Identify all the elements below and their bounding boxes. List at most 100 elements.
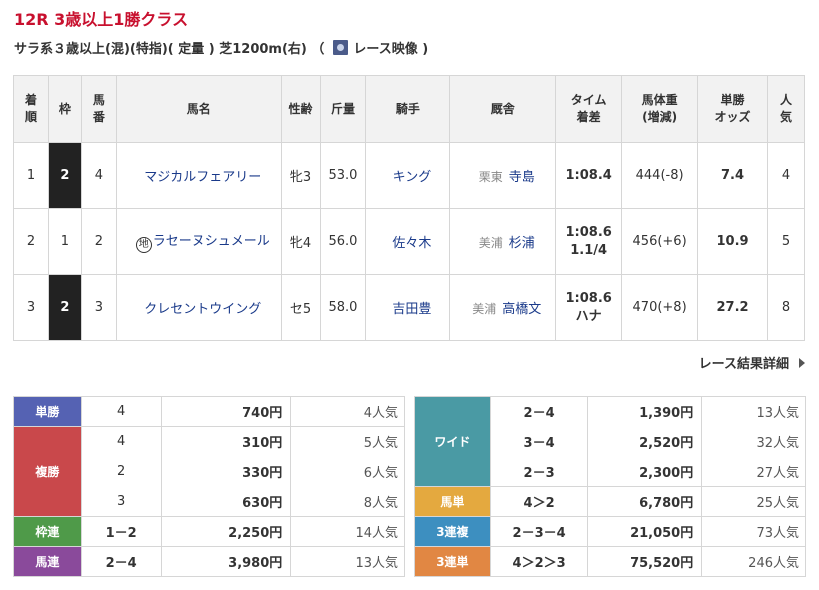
payout-amount: 630円 <box>160 486 292 517</box>
jockey-link[interactable]: 吉田豊 <box>365 274 451 341</box>
header-odds: 単勝 オッズ <box>697 75 768 143</box>
payout-amount: 2,250円 <box>160 516 292 547</box>
payout-nums: 2－3 <box>489 456 589 487</box>
sexage-cell: セ5 <box>280 274 321 341</box>
payout-nums: 2－3－4 <box>489 516 589 547</box>
trainer-link[interactable]: 杉浦 <box>509 236 535 251</box>
payout-popularity: 6人気 <box>290 456 405 487</box>
payout-row-tansho: 単勝 4 740円 4人気 <box>13 396 405 427</box>
payout-popularity: 32人気 <box>701 426 806 457</box>
bodyweight-cell: 444(-8) <box>621 142 699 209</box>
table-row: 3 2 3 クレセントウイング セ5 58.0 吉田豊 美浦 高橋文 1:08.6… <box>13 274 806 341</box>
waku-cell: 1 <box>47 208 82 275</box>
payout-popularity: 246人気 <box>701 546 806 577</box>
payout-popularity: 8人気 <box>290 486 405 517</box>
header-pop: 人気 <box>766 75 806 143</box>
header-time: タイム 着差 <box>555 75 623 143</box>
jockey-link[interactable]: キング <box>365 142 451 209</box>
triangle-right-icon <box>799 357 805 368</box>
header-umaban: 馬番 <box>80 75 117 143</box>
payout-nums: 3 <box>80 486 162 517</box>
bodyweight-cell: 470(+8) <box>621 274 699 341</box>
trainer-cell: 美浦 高橋文 <box>449 274 557 341</box>
umaban-cell: 3 <box>80 274 117 341</box>
header-horse: 馬名 <box>115 75 282 143</box>
header-trainer: 厩舎 <box>449 75 557 143</box>
payout-row-sanrenpuku: 3連複 2－3－4 21,050円 73人気 <box>414 516 806 547</box>
umaban-cell: 4 <box>80 142 117 209</box>
pop-cell: 4 <box>766 142 806 209</box>
header-waku: 枠 <box>47 75 82 143</box>
payout-amount: 2,520円 <box>587 426 703 457</box>
waku-cell: 2 <box>47 142 82 209</box>
detail-link-label[interactable]: レース結果詳細 <box>699 353 789 372</box>
horse-name-link[interactable]: クレセントウイング <box>115 274 282 341</box>
trainer-link[interactable]: 高橋文 <box>502 302 541 317</box>
payout-amount: 310円 <box>160 426 292 457</box>
payout-row-wide: ワイド 2－4 1,390円 13人気 <box>414 396 806 487</box>
video-thumbnail-icon[interactable] <box>333 40 349 55</box>
trainer-cell: 美浦 杉浦 <box>449 208 557 275</box>
trainer-link[interactable]: 寺島 <box>509 170 535 185</box>
time-cell: 1:08.4 <box>555 142 623 209</box>
race-result-detail-link[interactable]: レース結果詳細 <box>699 353 805 372</box>
payout-nums: 4 <box>80 396 162 427</box>
payout-nums: 3－4 <box>489 426 589 457</box>
payout-popularity: 25人気 <box>701 486 806 517</box>
payout-popularity: 27人気 <box>701 456 806 487</box>
payout-amount: 75,520円 <box>587 546 703 577</box>
payout-nums: 2－4 <box>489 396 589 427</box>
payout-amount: 21,050円 <box>587 516 703 547</box>
time-cell: 1:08.6 ハナ <box>555 274 623 341</box>
trainer-affiliation: 栗東 <box>478 170 503 184</box>
payout-nums: 2 <box>80 456 162 487</box>
bet-type-wakuren: 枠連 <box>13 516 82 547</box>
payout-popularity: 13人気 <box>701 396 806 427</box>
pop-cell: 8 <box>766 274 806 341</box>
trainer-affiliation: 美浦 <box>478 236 503 250</box>
race-title: 12R 3歳以上1勝クラス <box>14 10 189 29</box>
umaban-cell: 2 <box>80 208 117 275</box>
payout-popularity: 4人気 <box>290 396 405 427</box>
odds-cell: 10.9 <box>697 208 768 275</box>
race-conditions: サラ系３歳以上(混)(特指)( 定量 ) 芝1200m(右) （ レース映像 ) <box>14 38 428 57</box>
trainer-cell: 栗東 寺島 <box>449 142 557 209</box>
results-table: 着順 枠 馬番 馬名 性齢 斤量 騎手 厩舎 タイム 着差 馬体重 (増減) 単勝オ… <box>13 75 806 341</box>
header-sexage: 性齢 <box>280 75 321 143</box>
payout-nums: 4 <box>80 426 162 457</box>
payout-amount: 6,780円 <box>587 486 703 517</box>
payout-nums: 4＞2 <box>489 486 589 517</box>
weight-cell: 58.0 <box>319 274 367 341</box>
time-cell: 1:08.6 1.1/4 <box>555 208 623 275</box>
payout-row-umatan: 馬単 4＞2 6,780円 25人気 <box>414 486 806 517</box>
table-row: 1 2 4 マジカルフェアリー 牝3 53.0 キング 栗東 寺島 1:08.4 … <box>13 142 806 209</box>
race-video-label[interactable]: レース映像 ) <box>353 38 428 57</box>
race-conditions-text: サラ系３歳以上(混)(特指)( 定量 ) 芝1200m(右) （ <box>14 42 325 57</box>
payout-row-umaren: 馬連 2－4 3,980円 13人気 <box>13 546 405 577</box>
weight-cell: 56.0 <box>319 208 367 275</box>
waku-cell: 2 <box>47 274 82 341</box>
payout-row-sanrentan: 3連単 4＞2＞3 75,520円 246人気 <box>414 546 806 577</box>
rank-cell: 1 <box>13 142 49 209</box>
payout-amount: 2,300円 <box>587 456 703 487</box>
horse-name-link[interactable]: マジカルフェアリー <box>115 142 282 209</box>
bet-type-wide: ワイド <box>414 396 491 487</box>
chi-mark-icon: 地 <box>135 237 152 253</box>
payout-popularity: 14人気 <box>290 516 405 547</box>
results-header-row: 着順 枠 馬番 馬名 性齢 斤量 騎手 厩舎 タイム 着差 馬体重 (増減) 単勝オ… <box>13 75 806 143</box>
bet-type-sanrenpuku: 3連複 <box>414 516 491 547</box>
race-video-link[interactable]: レース映像 ) <box>328 38 428 57</box>
jockey-link[interactable]: 佐々木 <box>365 208 451 275</box>
payout-amount: 740円 <box>160 396 292 427</box>
header-weight: 斤量 <box>319 75 367 143</box>
payout-nums: 2－4 <box>80 546 162 577</box>
header-bodyweight: 馬体重 (増減) <box>621 75 699 143</box>
bodyweight-cell: 456(+6) <box>621 208 699 275</box>
payout-row-wakuren: 枠連 1－2 2,250円 14人気 <box>13 516 405 547</box>
odds-cell: 7.4 <box>697 142 768 209</box>
horse-name-link[interactable]: 地ラセーヌシュメール <box>115 208 282 275</box>
trainer-affiliation: 美浦 <box>472 302 497 316</box>
weight-cell: 53.0 <box>319 142 367 209</box>
payout-popularity: 73人気 <box>701 516 806 547</box>
rank-cell: 3 <box>13 274 49 341</box>
